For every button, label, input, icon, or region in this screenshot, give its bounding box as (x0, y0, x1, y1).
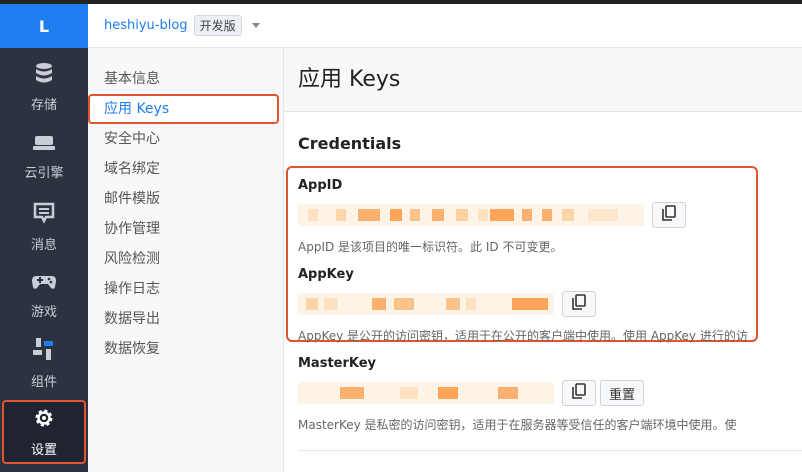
appkey-copy-button[interactable] (562, 291, 596, 317)
appid-copy-button[interactable] (652, 202, 686, 228)
sidebar-item-label: 云引擎 (24, 165, 64, 181)
sidebar-item-label: 存储 (30, 97, 57, 113)
main-content: 应用 Keys Credentials AppID AppID 是该项目的唯一标… (284, 48, 802, 472)
masterkey-label: MasterKey (298, 356, 377, 371)
appkey-value-masked[interactable] (298, 293, 554, 315)
appkey-field: AppKey AppKey 是公开的访问密钥，适用于在公开的客户端中使用。使用 … (298, 267, 748, 344)
nav-domain-binding[interactable]: 域名绑定 (88, 154, 283, 184)
nav-app-keys[interactable]: 应用 Keys (88, 94, 279, 124)
nav-email-templates[interactable]: 邮件模版 (88, 184, 283, 214)
nav-risk-detection[interactable]: 风险检测 (88, 244, 283, 274)
page-title: 应用 Keys (284, 48, 802, 112)
engine-icon (32, 134, 56, 156)
main-sidebar: L 存储 云引擎 消息 游戏 组件 设置 (0, 4, 88, 472)
appid-field: AppID AppID 是该项目的唯一标识符。此 ID 不可变更。 (298, 178, 686, 255)
masterkey-help: MasterKey 是私密的访问密钥，适用于在服务器等受信任的客户端环境中使用。… (298, 418, 737, 432)
app-name-link[interactable]: heshiyu-blog (104, 18, 188, 33)
components-icon (32, 337, 56, 365)
sidebar-item-settings[interactable]: 设置 (2, 400, 86, 464)
nav-collaboration[interactable]: 协作管理 (88, 214, 283, 244)
section-title: Credentials (298, 134, 402, 153)
edition-badge: 开发版 (193, 15, 242, 36)
nav-security-center[interactable]: 安全中心 (88, 124, 283, 154)
masterkey-field: MasterKey 重置 MasterKey 是私密的访问密钥，适用于在服务器等… (298, 356, 737, 433)
masterkey-copy-button[interactable] (562, 380, 596, 406)
sidebar-item-label: 设置 (30, 442, 57, 458)
appid-label: AppID (298, 178, 343, 193)
appid-help: AppID 是该项目的唯一标识符。此 ID 不可变更。 (298, 240, 563, 254)
message-icon (33, 202, 55, 228)
sidebar-item-games[interactable]: 游戏 (0, 262, 88, 328)
sidebar-item-label: 消息 (30, 237, 57, 253)
sidebar-item-label: 组件 (30, 374, 57, 390)
appid-value-masked[interactable] (298, 204, 644, 226)
masterkey-value-masked[interactable] (298, 382, 554, 404)
sidebar-item-storage[interactable]: 存储 (0, 54, 88, 120)
app-logo[interactable]: L (0, 4, 88, 48)
copy-icon (662, 205, 676, 225)
nav-basic-info[interactable]: 基本信息 (88, 64, 283, 94)
settings-nav: 基本信息 应用 Keys 安全中心 域名绑定 邮件模版 协作管理 风险检测 操作… (88, 48, 284, 472)
appkey-label: AppKey (298, 267, 354, 282)
nav-data-restore[interactable]: 数据恢复 (88, 334, 283, 364)
nav-operation-log[interactable]: 操作日志 (88, 274, 283, 304)
sidebar-item-engine[interactable]: 云引擎 (0, 124, 88, 190)
database-icon (34, 62, 54, 88)
masterkey-reset-button[interactable]: 重置 (600, 380, 645, 406)
nav-data-export[interactable]: 数据导出 (88, 304, 283, 334)
sidebar-item-label: 游戏 (30, 304, 57, 320)
sidebar-item-message[interactable]: 消息 (0, 194, 88, 260)
chevron-down-icon[interactable] (251, 23, 260, 28)
divider (298, 450, 802, 451)
appkey-help: AppKey 是公开的访问密钥，适用于在公开的客户端中使用。使用 AppKey … (298, 329, 748, 343)
sidebar-item-components[interactable]: 组件 (0, 330, 88, 396)
copy-icon (572, 383, 586, 403)
gear-icon (33, 407, 55, 433)
app-header: heshiyu-blog 开发版 (88, 4, 802, 48)
gamepad-icon (31, 271, 57, 295)
copy-icon (572, 294, 586, 314)
